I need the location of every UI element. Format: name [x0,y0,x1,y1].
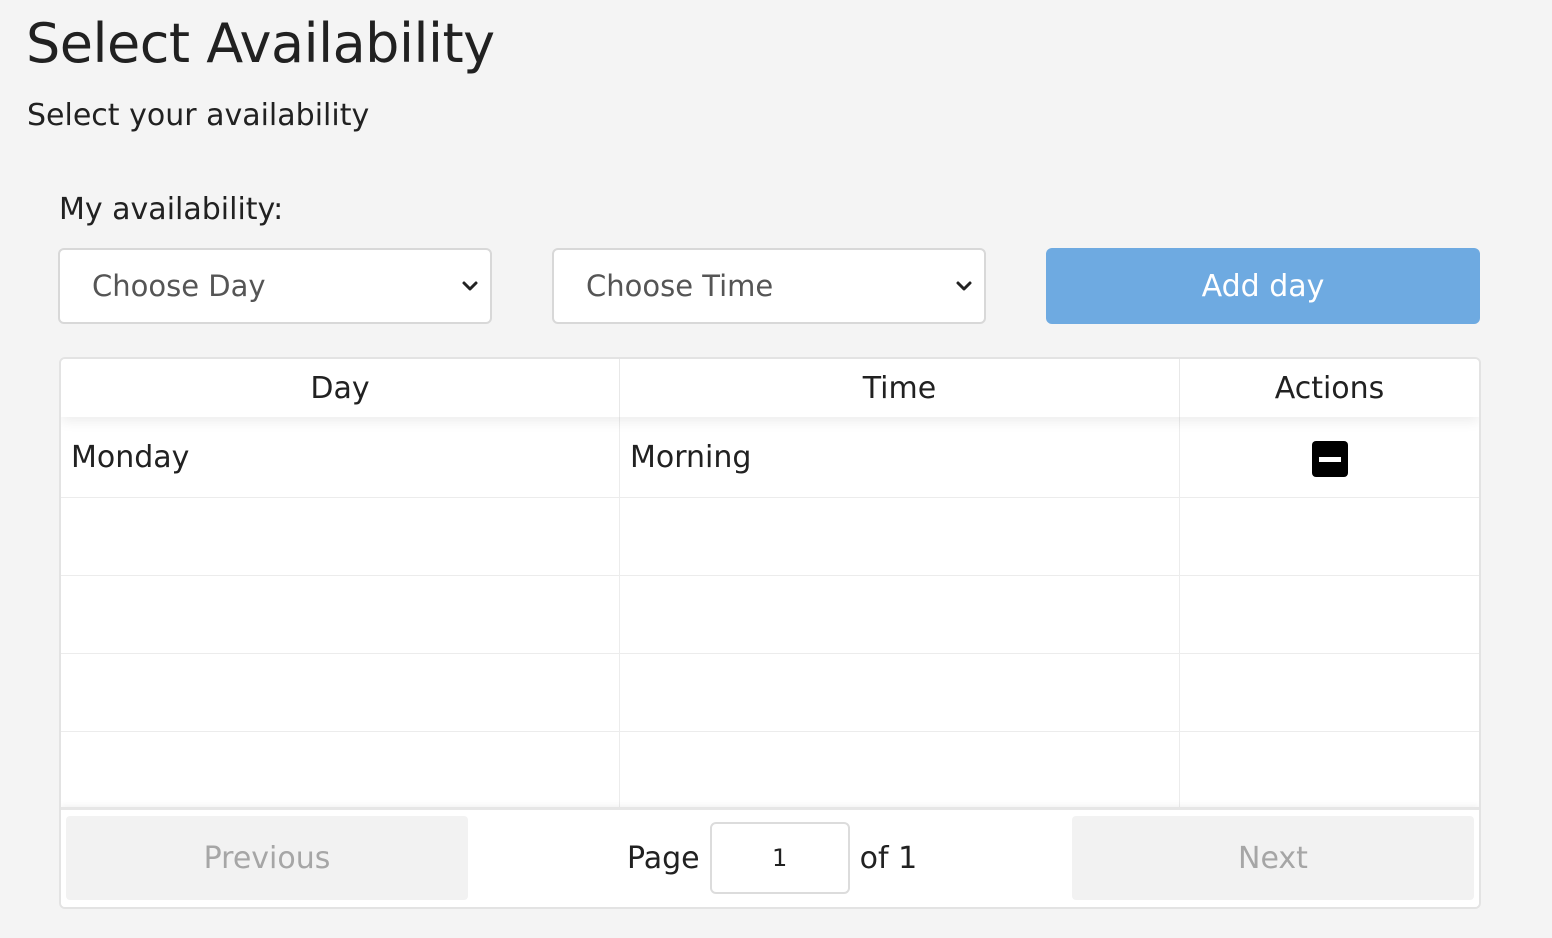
day-select[interactable]: Choose Day [58,248,492,324]
pagination-bar: Previous Page of 1 Next [61,807,1479,907]
page-indicator: Page of 1 [627,822,917,894]
availability-page: Select Availability Select your availabi… [0,0,1552,938]
cell-time: Morning [620,417,1180,497]
page-number-input[interactable] [709,822,850,894]
cell-empty [620,654,1180,731]
cell-day: Monday [61,417,620,497]
cell-empty [61,732,620,810]
table-row-empty [61,576,1479,654]
table-row-empty [61,498,1479,576]
remove-row-button[interactable] [1311,441,1348,477]
table-row: Monday Morning [61,417,1479,498]
column-header-time[interactable]: Time [620,359,1180,417]
cell-empty [61,654,620,731]
add-day-button[interactable]: Add day [1046,248,1480,324]
cell-empty [620,576,1180,653]
cell-empty [61,576,620,653]
page-label: Page [627,840,700,876]
cell-empty [61,498,620,575]
chevron-down-icon [462,281,478,291]
page-total-label: of 1 [859,840,918,876]
table-header: Day Time Actions [61,359,1479,417]
availability-label: My availability: [59,192,284,227]
availability-table: Day Time Actions Monday Morning Previous… [59,357,1481,909]
cell-empty [1180,576,1479,653]
cell-empty [620,498,1180,575]
previous-page-button[interactable]: Previous [66,816,468,900]
chevron-down-icon [956,281,972,291]
next-page-button[interactable]: Next [1072,816,1474,900]
table-body: Monday Morning [61,417,1479,810]
page-subtitle: Select your availability [27,98,370,133]
column-header-actions[interactable]: Actions [1180,359,1479,417]
table-row-empty [61,732,1479,810]
cell-actions [1180,417,1479,497]
column-header-day[interactable]: Day [61,359,620,417]
minus-square-icon [1318,456,1341,462]
time-select-value: Choose Time [586,269,774,303]
time-select[interactable]: Choose Time [552,248,986,324]
cell-empty [1180,654,1479,731]
table-row-empty [61,654,1479,732]
page-title: Select Availability [26,12,495,75]
cell-empty [1180,732,1479,810]
day-select-value: Choose Day [92,269,266,303]
cell-empty [1180,498,1479,575]
cell-empty [620,732,1180,810]
